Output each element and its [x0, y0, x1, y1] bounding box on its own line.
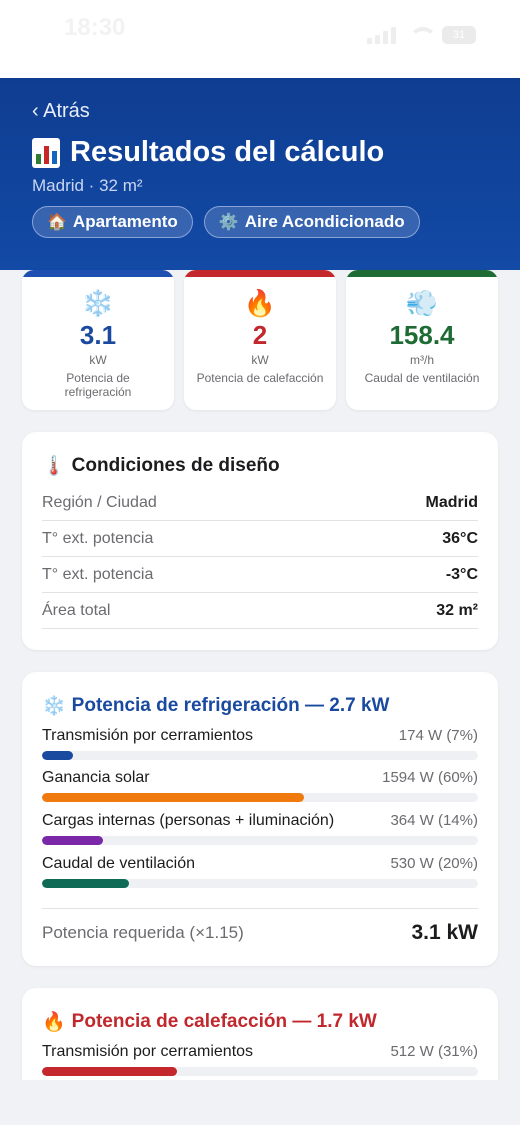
condition-value: 32 m²	[436, 601, 478, 619]
condition-row: Región / Ciudad Madrid	[42, 485, 478, 521]
breakdown-item: Cargas internas (personas + iluminación)…	[42, 812, 478, 845]
stat-card-ventilation: 💨 158.4 m³/h Caudal de ventilación	[346, 270, 498, 410]
stat-label: Potencia de calefacción	[196, 371, 324, 385]
total-value: 3.1 kW	[411, 921, 478, 944]
card-title-text: Condiciones de diseño	[71, 455, 280, 476]
back-button[interactable]: ‹ Atrás	[32, 100, 90, 123]
bottom-area	[0, 1080, 520, 1125]
page-title: Resultados del cálculo	[32, 136, 384, 169]
breakdown-label: Caudal de ventilación	[42, 855, 195, 872]
breakdown-detail: 512 W (31%)	[390, 1043, 478, 1060]
stat-value: 3.1	[79, 320, 117, 350]
design-conditions-title: 🌡️ Condiciones de diseño	[42, 454, 280, 478]
stat-value: 2	[252, 320, 268, 350]
breakdown-detail: 1594 W (60%)	[382, 769, 478, 786]
stat-card-accent	[346, 270, 498, 277]
progress-track	[42, 879, 478, 888]
signal-icon	[367, 26, 396, 44]
condition-value: -3°C	[445, 565, 478, 583]
progress-fill	[42, 793, 304, 802]
total-row: Potencia requerida (×1.15) 3.1 kW	[42, 908, 478, 945]
condition-label: Región / Ciudad	[42, 493, 157, 511]
fire-icon: 🔥	[42, 1012, 66, 1033]
progress-fill	[42, 1067, 178, 1076]
breakdown-item: Transmisión por cerramientos 512 W (31%)	[42, 1043, 478, 1076]
header-chips: 🏠 Apartamento ⚙️ Aire Acondicionado	[32, 206, 420, 238]
snowflake-icon: ❄️	[81, 288, 115, 318]
battery-icon: 31	[442, 26, 476, 44]
progress-track	[42, 1067, 478, 1076]
stat-value: 158.4	[389, 320, 455, 350]
stat-card-accent	[184, 270, 336, 277]
breakdown-item: Caudal de ventilación 530 W (20%)	[42, 855, 478, 888]
status-time: 18:30	[64, 14, 126, 41]
stat-unit: kW	[251, 353, 269, 367]
card-title-text: Potencia de calefacción — 1.7 kW	[71, 1011, 377, 1032]
results-header: ‹ Atrás Resultados del cálculo Madrid · …	[0, 78, 520, 270]
progress-track	[42, 793, 478, 802]
breakdown-label: Cargas internas (personas + iluminación)	[42, 812, 335, 829]
stat-card-cooling: ❄️ 3.1 kW Potencia de refrigeración	[22, 270, 174, 410]
page-subtitle: Madrid · 32 m²	[32, 176, 143, 195]
wifi-icon	[408, 27, 437, 43]
progress-track	[42, 836, 478, 845]
progress-fill	[42, 879, 130, 888]
breakdown-detail: 364 W (14%)	[390, 812, 478, 829]
breakdown-label: Transmisión por cerramientos	[42, 1043, 254, 1060]
condition-row: T° ext. potencia -3°C	[42, 557, 478, 593]
condition-row: Área total 32 m²	[42, 593, 478, 629]
gear-icon: ⚙️	[218, 214, 239, 231]
chip-label: Apartamento	[72, 212, 178, 231]
condition-value: 36°C	[442, 529, 478, 547]
status-bar: 18:30 31	[0, 0, 520, 78]
breakdown-item: Transmisión por cerramientos 174 W (7%)	[42, 727, 478, 760]
design-conditions-card: 🌡️ Condiciones de diseño Región / Ciudad…	[22, 432, 498, 650]
condition-row: T° ext. potencia 36°C	[42, 521, 478, 557]
chip-property-type[interactable]: 🏠 Apartamento	[32, 206, 193, 238]
card-title-text: Potencia de refrigeración — 2.7 kW	[71, 695, 390, 716]
wind-icon: 💨	[405, 288, 439, 318]
breakdown-item: Ganancia solar 1594 W (60%)	[42, 769, 478, 802]
progress-track	[42, 751, 478, 760]
cooling-title: ❄️ Potencia de refrigeración — 2.7 kW	[42, 694, 390, 718]
fire-icon: 🔥	[243, 288, 277, 318]
house-icon: 🏠	[47, 214, 67, 231]
progress-fill	[42, 751, 73, 760]
stat-card-heating: 🔥 2 kW Potencia de calefacción	[184, 270, 336, 410]
progress-fill	[42, 836, 104, 845]
cooling-breakdown-card: ❄️ Potencia de refrigeración — 2.7 kW Tr…	[22, 672, 498, 966]
breakdown-detail: 530 W (20%)	[390, 855, 478, 872]
stat-card-accent	[22, 270, 174, 277]
breakdown-label: Ganancia solar	[42, 769, 150, 786]
condition-label: T° ext. potencia	[42, 565, 154, 583]
condition-label: Área total	[42, 601, 111, 619]
breakdown-detail: 174 W (7%)	[398, 727, 478, 744]
heating-title: 🔥 Potencia de calefacción — 1.7 kW	[42, 1010, 377, 1034]
stat-unit: m³/h	[410, 353, 434, 367]
thermometer-icon: 🌡️	[42, 456, 66, 477]
status-icons: 31	[367, 26, 476, 44]
bar-chart-icon	[32, 137, 60, 168]
condition-value: Madrid	[425, 493, 478, 511]
total-label: Potencia requerida (×1.15)	[42, 923, 244, 942]
chip-system-type[interactable]: ⚙️ Aire Acondicionado	[203, 206, 420, 238]
condition-label: T° ext. potencia	[42, 529, 154, 547]
snowflake-icon: ❄️	[42, 696, 66, 717]
chip-label: Aire Acondicionado	[244, 212, 405, 231]
stat-label: Caudal de ventilación	[364, 371, 480, 385]
breakdown-label: Transmisión por cerramientos	[42, 727, 254, 744]
stat-unit: kW	[89, 353, 107, 367]
stat-label: Potencia de refrigeración	[64, 371, 132, 399]
page-title-text: Resultados del cálculo	[70, 136, 385, 168]
